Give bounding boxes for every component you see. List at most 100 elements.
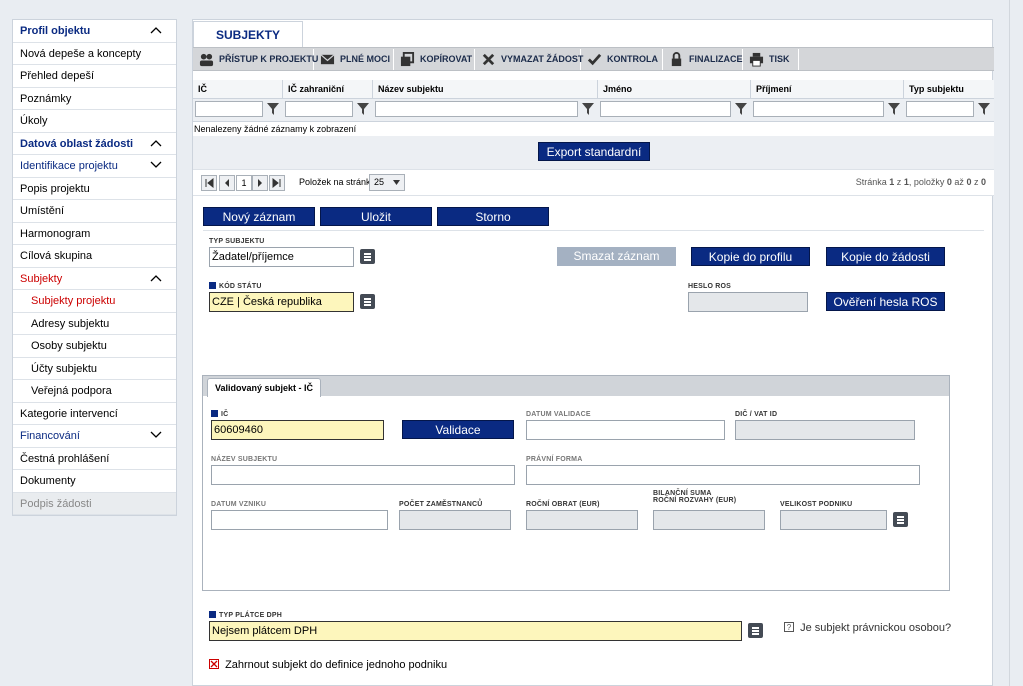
pager-summary: Stránka 1 z 1, položky 0 až 0 z 0 <box>856 177 986 187</box>
sidebar-item-subjekty[interactable]: Subjekty <box>13 268 176 290</box>
new-record-button[interactable]: Nový záznam <box>203 207 315 226</box>
legal-form-field[interactable] <box>526 465 920 485</box>
sidebar-item-poznamky[interactable]: Poznámky <box>13 88 176 110</box>
first-page-button[interactable] <box>201 175 217 191</box>
question-checkbox-icon[interactable]: ? <box>784 622 794 632</box>
copy-to-profile-button[interactable]: Kopie do profilu <box>691 247 810 266</box>
filter-input-last-name[interactable] <box>753 101 884 117</box>
dic-field[interactable] <box>735 420 915 440</box>
column-header-last-name[interactable]: Příjmení <box>751 80 904 99</box>
validate-button[interactable]: Validace <box>402 420 514 439</box>
enterprise-size-field[interactable] <box>780 510 887 530</box>
sidebar-item-popis-projektu[interactable]: Popis projektu <box>13 178 176 200</box>
prev-page-button[interactable] <box>219 175 235 191</box>
sidebar-item-label: Popis projektu <box>20 182 90 195</box>
filter-icon[interactable] <box>267 103 279 115</box>
filter-icon[interactable] <box>978 103 990 115</box>
pager-from: 0 <box>946 177 952 187</box>
delete-application-button[interactable]: VYMAZAT ŽÁDOST <box>475 49 583 70</box>
founded-date-field[interactable] <box>211 510 388 530</box>
filter-input-name[interactable] <box>375 101 578 117</box>
sidebar-item-datova-oblast[interactable]: Datová oblast žádosti <box>13 133 176 155</box>
list-icon[interactable] <box>748 623 763 638</box>
sidebar-item-prehled-depesi[interactable]: Přehled depeší <box>13 65 176 88</box>
print-button[interactable]: TISK <box>743 49 799 70</box>
export-bar: Export standardní <box>193 136 994 169</box>
access-project-button[interactable]: PŘÍSTUP K PROJEKTU <box>193 49 318 70</box>
validation-date-field[interactable] <box>526 420 725 440</box>
filter-icon[interactable] <box>357 103 369 115</box>
ros-password-field[interactable] <box>688 292 808 312</box>
filter-input-type[interactable] <box>906 101 974 117</box>
vertical-scrollbar[interactable] <box>1009 0 1023 686</box>
vat-payer-field[interactable]: Nejsem plátcem DPH <box>209 621 742 641</box>
tab-validated-subject[interactable]: Validovaný subjekt - IČ <box>207 378 321 397</box>
sidebar-item-ukoly[interactable]: Úkoly <box>13 110 176 133</box>
page-title: SUBJEKTY PROJEKTU <box>193 21 303 69</box>
finalize-button[interactable]: FINALIZACE <box>663 49 743 70</box>
include-subject-checkbox-row[interactable]: Zahrnout subjekt do definice jednoho pod… <box>209 659 447 671</box>
filter-input-ic[interactable] <box>195 101 263 117</box>
sidebar-item-financovani[interactable]: Financování <box>13 425 176 448</box>
ic-field[interactable]: 60609460 <box>211 420 384 440</box>
sidebar-item-label: Úkoly <box>20 115 48 127</box>
verify-ros-button[interactable]: Ověření hesla ROS <box>826 292 945 311</box>
filter-icon[interactable] <box>888 103 900 115</box>
copy-to-application-button[interactable]: Kopie do žádosti <box>826 247 945 266</box>
sidebar-item-subjekty-projektu[interactable]: Subjekty projektu <box>13 290 176 313</box>
filter-icon[interactable] <box>735 103 747 115</box>
sidebar-item-label: Umístění <box>20 205 65 217</box>
cancel-button[interactable]: Storno <box>437 207 549 226</box>
last-page-button[interactable] <box>269 175 285 191</box>
sidebar-item-cestna-prohlaseni[interactable]: Čestná prohlášení <box>13 448 176 470</box>
next-page-button[interactable] <box>252 175 268 191</box>
sidebar-item-osoby-subjektu[interactable]: Osoby subjektu <box>13 335 176 358</box>
column-header-first-name[interactable]: Jméno <box>598 80 751 99</box>
pager-current: 1 <box>889 177 895 187</box>
column-header-name[interactable]: Název subjektu <box>373 80 598 99</box>
sidebar-item-kategorie-intervenci[interactable]: Kategorie intervencí <box>13 403 176 425</box>
delete-record-button[interactable]: Smazat záznam <box>557 247 676 266</box>
filter-input-ic-foreign[interactable] <box>285 101 353 117</box>
checkbox-x-icon[interactable] <box>209 659 219 669</box>
checkmark-icon <box>587 53 602 66</box>
check-label: KONTROLA <box>607 54 658 64</box>
ic-label: IČ <box>211 410 228 418</box>
column-header-ic-foreign[interactable]: IČ zahraniční <box>283 80 373 99</box>
employees-field[interactable] <box>399 510 511 530</box>
column-header-type[interactable]: Typ subjektu <box>904 80 994 99</box>
per-page-select[interactable]: 25 <box>369 174 405 191</box>
filter-icon[interactable] <box>582 103 594 115</box>
balance-sum-field[interactable] <box>653 510 765 530</box>
filter-input-first-name[interactable] <box>600 101 731 117</box>
ic-label-text: IČ <box>221 411 229 418</box>
sidebar-item-nova-depese[interactable]: Nová depeše a koncepty <box>13 43 176 65</box>
export-standard-button[interactable]: Export standardní <box>538 142 650 161</box>
list-icon[interactable] <box>893 512 908 527</box>
sidebar-item-verejna-podpora[interactable]: Veřejná podpora <box>13 380 176 403</box>
subject-type-field[interactable]: Žadatel/příjemce <box>209 247 354 267</box>
printer-icon <box>749 52 764 67</box>
save-button[interactable]: Uložit <box>320 207 432 226</box>
check-button[interactable]: KONTROLA <box>581 49 663 70</box>
proxy-button[interactable]: PLNÉ MOCI <box>314 49 394 70</box>
list-icon[interactable] <box>360 294 375 309</box>
sidebar-item-harmonogram[interactable]: Harmonogram <box>13 223 176 245</box>
sidebar-item-ucty-subjektu[interactable]: Účty subjektu <box>13 358 176 380</box>
sidebar-item-label: Osoby subjektu <box>31 340 107 352</box>
sidebar-item-label: Nová depeše a koncepty <box>20 47 142 60</box>
sidebar-item-dokumenty[interactable]: Dokumenty <box>13 470 176 493</box>
sidebar-item-adresy-subjektu[interactable]: Adresy subjektu <box>13 313 176 335</box>
sidebar-item-label: Datová oblast žádosti <box>20 137 134 150</box>
page-number-input[interactable]: 1 <box>236 175 252 191</box>
country-code-field[interactable]: CZE | Česká republika <box>209 292 354 312</box>
sidebar-item-umisteni[interactable]: Umístění <box>13 200 176 223</box>
subject-name-field[interactable] <box>211 465 515 485</box>
sidebar-item-identifikace-projektu[interactable]: Identifikace projektu <box>13 155 176 178</box>
list-icon[interactable] <box>360 249 375 264</box>
column-header-ic[interactable]: IČ <box>193 80 283 99</box>
sidebar-item-cilova-skupina[interactable]: Cílová skupina <box>13 245 176 268</box>
copy-button[interactable]: KOPÍROVAT <box>394 49 475 70</box>
sidebar-item-profil-objektu[interactable]: Profil objektu <box>13 20 176 43</box>
annual-turnover-field[interactable] <box>526 510 638 530</box>
